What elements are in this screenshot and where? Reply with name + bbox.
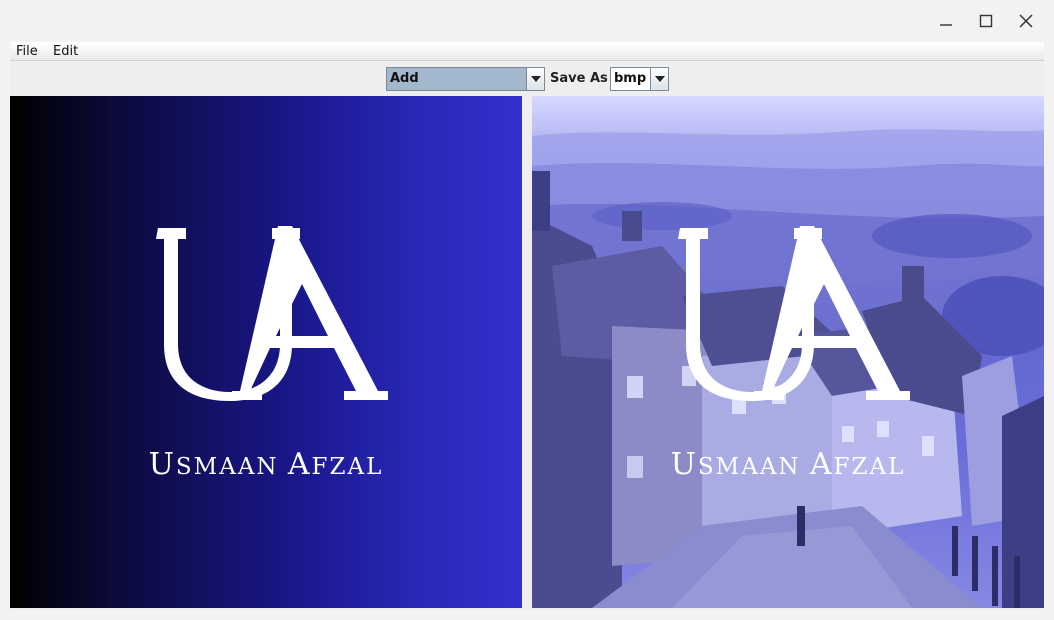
logo-name-rest-last: FZAL bbox=[311, 454, 384, 480]
logo-name-text: USMAAN AFZAL bbox=[10, 447, 522, 482]
logo-name-initial-first: U bbox=[148, 447, 176, 482]
minimize-button[interactable] bbox=[926, 6, 966, 36]
blended-name-rest-last: FZAL bbox=[833, 454, 906, 480]
blended-name-rest-first: SMAAN bbox=[697, 454, 810, 480]
title-bar[interactable] bbox=[0, 0, 1054, 42]
blended-name-initial-first: U bbox=[670, 447, 698, 482]
format-select[interactable]: bmp bbox=[610, 67, 669, 91]
ua-logo-mark bbox=[156, 226, 388, 401]
format-dropdown-button[interactable] bbox=[650, 68, 668, 90]
logo-name-initial-last: A bbox=[287, 447, 312, 482]
result-image-panel: USMAAN AFZAL bbox=[532, 96, 1044, 608]
logo-name-rest-first: SMAAN bbox=[175, 454, 288, 480]
minimize-icon bbox=[940, 24, 952, 26]
operation-dropdown-button[interactable] bbox=[526, 68, 544, 90]
operation-select-value: Add bbox=[387, 68, 526, 90]
close-button[interactable] bbox=[1006, 6, 1046, 36]
operation-select[interactable]: Add bbox=[386, 67, 545, 91]
maximize-button[interactable] bbox=[966, 6, 1006, 36]
menu-edit[interactable]: Edit bbox=[50, 43, 81, 60]
toolbar: Add Save As bmp bbox=[10, 62, 1044, 96]
menu-file[interactable]: File bbox=[13, 43, 41, 60]
app-window: File Edit Add Save As bmp USMAAN AFZAL U… bbox=[0, 0, 1054, 620]
menu-bar: File Edit bbox=[10, 42, 1044, 61]
blended-name-initial-last: A bbox=[809, 447, 834, 482]
format-select-value: bmp bbox=[614, 71, 647, 86]
maximize-icon bbox=[979, 14, 993, 28]
chevron-down-icon bbox=[654, 76, 665, 82]
village-photo bbox=[532, 129, 1044, 608]
blended-logo-name-text: USMAAN AFZAL bbox=[532, 447, 1044, 482]
chevron-down-icon bbox=[530, 76, 541, 82]
content-area: File Edit Add Save As bmp USMAAN AFZAL U… bbox=[10, 42, 1044, 610]
save-as-label: Save As bbox=[550, 71, 608, 86]
close-icon bbox=[1019, 14, 1033, 28]
source-image-panel: USMAAN AFZAL bbox=[10, 96, 522, 608]
